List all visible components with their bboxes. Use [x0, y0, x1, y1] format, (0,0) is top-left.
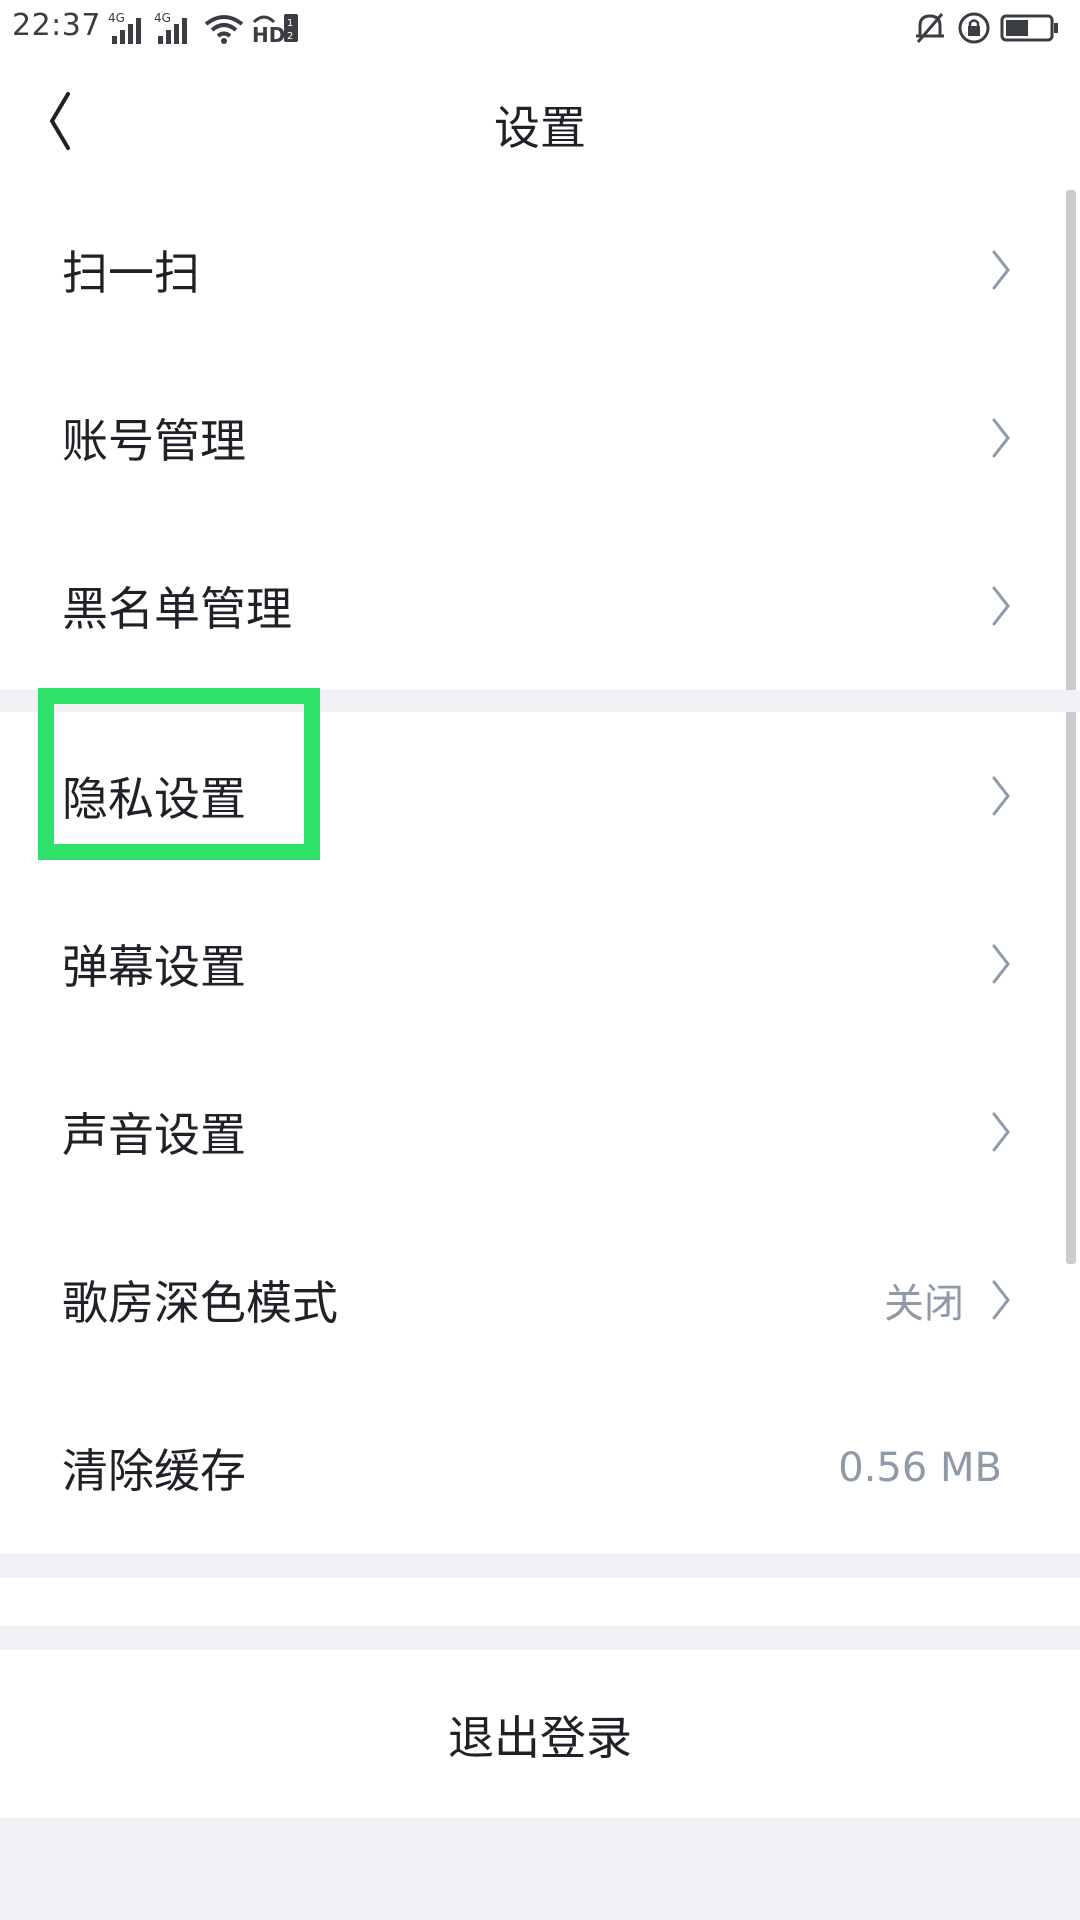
row-label: 清除缓存	[62, 1444, 246, 1498]
status-right-icons	[912, 10, 1062, 46]
row-label: 账号管理	[62, 414, 246, 468]
settings-row-clear-cache[interactable]: 清除缓存 0.56 MB	[0, 1384, 1064, 1552]
logout-label: 退出登录	[448, 1711, 632, 1765]
chevron-right-icon	[992, 1112, 1010, 1152]
highlight-box	[38, 688, 320, 860]
row-label: 声音设置	[62, 1108, 246, 1162]
chevron-right-icon	[992, 1280, 1010, 1320]
page-title: 设置	[494, 101, 586, 155]
row-label: 歌房深色模式	[62, 1276, 338, 1330]
settings-page: 22:37 4G 4G HD 1 2 设置 扫一扫 账号管理 黑名单管理 隐私设…	[0, 0, 1080, 1920]
chevron-right-icon	[992, 418, 1010, 458]
svg-text:4G: 4G	[108, 11, 125, 25]
row-label: 扫一扫	[62, 246, 200, 300]
footer-band	[0, 1818, 1080, 1920]
settings-row-dark-mode[interactable]: 歌房深色模式 关闭	[0, 1216, 1064, 1384]
svg-text:4G: 4G	[154, 11, 171, 25]
wifi-icon	[204, 15, 244, 44]
settings-group-1: 扫一扫 账号管理 黑名单管理	[0, 186, 1064, 690]
row-label: 弹幕设置	[62, 940, 246, 994]
header: 设置	[0, 56, 1080, 186]
scrollbar[interactable]	[1066, 190, 1076, 1264]
logout-button[interactable]: 退出登录	[0, 1650, 1080, 1820]
settings-row-danmaku[interactable]: 弹幕设置	[0, 880, 1064, 1048]
settings-row-account[interactable]: 账号管理	[0, 354, 1064, 522]
svg-text:1: 1	[287, 18, 293, 29]
4g-signal-icon: 4G	[108, 11, 141, 44]
settings-row-blacklist[interactable]: 黑名单管理	[0, 522, 1064, 690]
status-time: 22:37	[12, 8, 101, 43]
4g-signal-icon: 4G	[154, 11, 187, 44]
bell-muted-icon	[916, 13, 944, 43]
svg-text:HD: HD	[252, 23, 285, 46]
rotation-lock-icon	[958, 12, 990, 44]
row-value: 关闭	[884, 1281, 964, 1327]
settings-row-sound[interactable]: 声音设置	[0, 1048, 1064, 1216]
row-label: 黑名单管理	[62, 582, 292, 636]
section-divider	[0, 1626, 1080, 1650]
chevron-right-icon	[992, 586, 1010, 626]
chevron-right-icon	[992, 944, 1010, 984]
chevron-right-icon	[992, 776, 1010, 816]
svg-text:2: 2	[287, 31, 293, 42]
status-bar: 22:37 4G 4G HD 1 2	[0, 0, 1080, 56]
section-divider	[0, 1554, 1080, 1578]
chevron-right-icon	[992, 250, 1010, 290]
battery-icon	[1000, 14, 1058, 42]
row-value: 0.56 MB	[838, 1445, 1002, 1491]
settings-row-scan[interactable]: 扫一扫	[0, 186, 1064, 354]
hd-icon: HD 1 2	[252, 14, 298, 46]
